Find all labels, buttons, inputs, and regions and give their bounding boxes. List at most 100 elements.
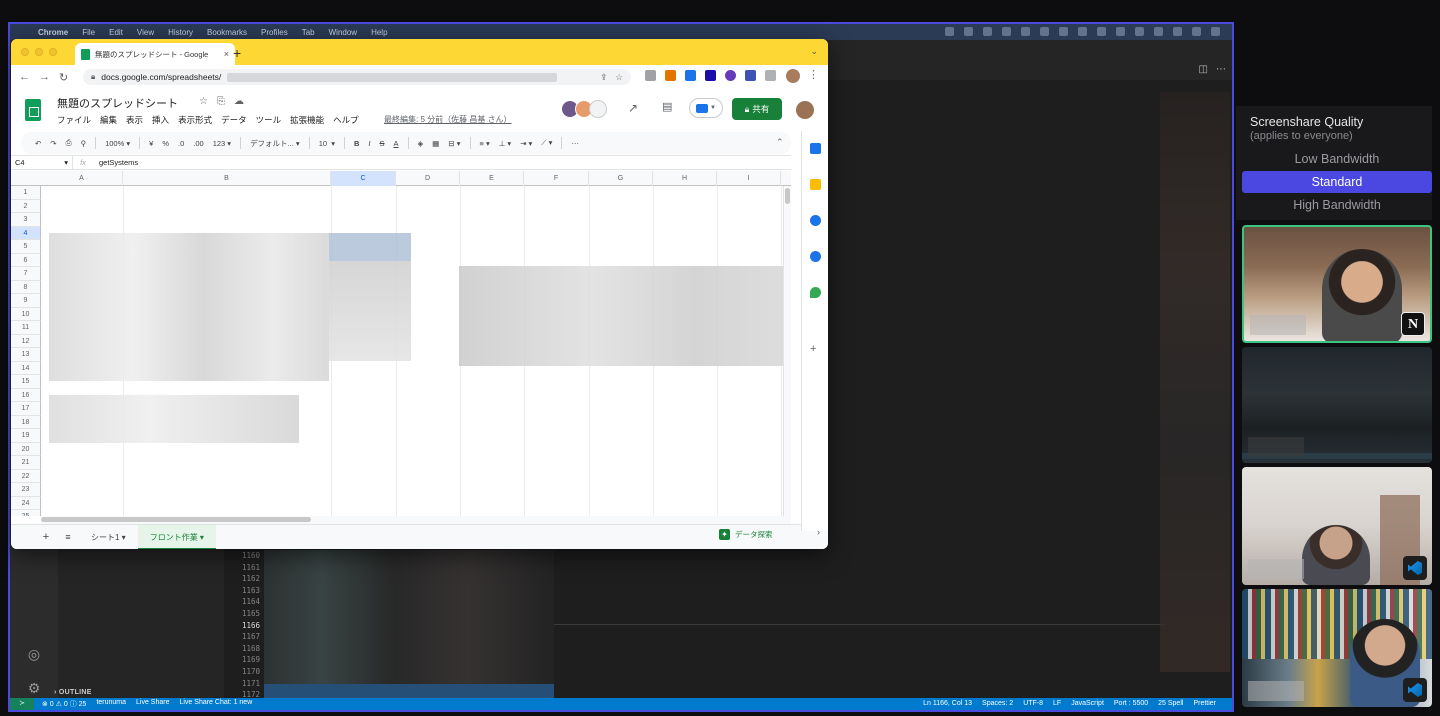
row-header[interactable]: 11 bbox=[11, 321, 41, 335]
status-icon[interactable] bbox=[1078, 27, 1087, 36]
horizontal-scrollbar[interactable] bbox=[41, 516, 791, 524]
column-header[interactable]: E bbox=[460, 171, 524, 186]
strikethrough-button[interactable]: S bbox=[379, 139, 384, 148]
status-icon[interactable] bbox=[1116, 27, 1125, 36]
status-icon[interactable] bbox=[1021, 27, 1030, 36]
spreadsheet-grid[interactable]: ABCDEFGHI 1 2 3 4 5 6 7 8 9 10 11 12 13 14 15 16 17 18 19 2… bbox=[11, 171, 791, 516]
all-sheets-menu-icon[interactable]: ≡ bbox=[57, 532, 79, 542]
close-tab-icon[interactable]: × bbox=[224, 49, 229, 59]
tab-search-chevron-icon[interactable]: ⌄ bbox=[810, 46, 818, 57]
extensions-puzzle-icon[interactable] bbox=[765, 70, 776, 81]
print-icon[interactable]: ⎙ bbox=[66, 138, 72, 148]
extension-icon[interactable] bbox=[685, 70, 696, 81]
remote-indicator-icon[interactable]: ≻ bbox=[10, 698, 34, 710]
add-sheet-button[interactable]: + bbox=[35, 531, 57, 543]
paint-format-icon[interactable]: ⚲ bbox=[81, 139, 87, 148]
menubar-item-bookmarks[interactable]: Bookmarks bbox=[207, 28, 247, 37]
prettier-status[interactable]: Prettier bbox=[1193, 698, 1216, 710]
sheets-logo-icon[interactable] bbox=[25, 99, 41, 121]
row-header[interactable]: 10 bbox=[11, 307, 41, 321]
participant-video-active[interactable]: N bbox=[1242, 225, 1432, 343]
status-icon[interactable] bbox=[1040, 27, 1049, 36]
row-header[interactable]: 19 bbox=[11, 429, 41, 443]
row-header[interactable]: 1 bbox=[11, 186, 41, 200]
show-side-panel-chevron-icon[interactable]: › bbox=[817, 527, 820, 537]
status-icon[interactable] bbox=[945, 27, 954, 36]
merge-cells-icon[interactable]: ⊟ ▾ bbox=[448, 139, 460, 148]
browser-tab[interactable]: 無題のスプレッドシート - Google × bbox=[75, 43, 235, 65]
calendar-icon[interactable] bbox=[810, 143, 821, 154]
move-icon[interactable]: ⎘ bbox=[217, 96, 225, 107]
column-header[interactable]: H bbox=[653, 171, 717, 186]
settings-gear-icon[interactable]: ⚙ bbox=[26, 680, 42, 696]
menu-file[interactable]: ファイル bbox=[57, 114, 91, 126]
more-options-button[interactable]: ⋯ bbox=[571, 139, 579, 148]
status-icon[interactable] bbox=[1059, 27, 1068, 36]
row-header[interactable]: 23 bbox=[11, 483, 41, 497]
share-button[interactable]: 🔒︎ 共有 bbox=[732, 98, 782, 120]
menu-format[interactable]: 表示形式 bbox=[178, 114, 212, 126]
code-area-blurred[interactable] bbox=[264, 550, 554, 702]
profile-avatar[interactable] bbox=[786, 69, 800, 83]
menubar-item-file[interactable]: File bbox=[82, 28, 95, 37]
explore-button[interactable]: ✦ データ探索 bbox=[719, 529, 773, 540]
redo-icon[interactable]: ↷ bbox=[50, 139, 56, 148]
percent-format-button[interactable]: % bbox=[162, 139, 169, 148]
zoom-select[interactable]: 100% ▾ bbox=[105, 139, 130, 148]
last-edit-link[interactable]: 最終編集: 5 分前（佐藤 昌基 さん） bbox=[384, 114, 512, 125]
column-header[interactable]: D bbox=[396, 171, 460, 186]
outline-section[interactable]: › OUTLINE bbox=[54, 689, 92, 696]
row-header[interactable]: 9 bbox=[11, 294, 41, 308]
language-mode[interactable]: JavaScript bbox=[1071, 698, 1104, 710]
extension-icon[interactable] bbox=[745, 70, 756, 81]
row-header[interactable]: 25 bbox=[11, 510, 41, 516]
extension-icon[interactable] bbox=[665, 70, 676, 81]
keep-icon[interactable] bbox=[810, 179, 821, 190]
split-editor-icon[interactable]: ◫ bbox=[1199, 64, 1208, 75]
lock-icon[interactable]: 🔒︎ bbox=[91, 72, 95, 82]
quality-option-standard[interactable]: Standard bbox=[1242, 171, 1432, 193]
live-share-user[interactable]: terunuma bbox=[96, 699, 126, 709]
row-header[interactable]: 13 bbox=[11, 348, 41, 362]
row-header[interactable]: 4 bbox=[11, 226, 41, 240]
problems-indicator[interactable]: ⊗ 0 ⚠ 0 ⓘ 25 bbox=[42, 699, 86, 709]
new-tab-button[interactable]: + bbox=[233, 45, 241, 61]
quality-option-low[interactable]: Low Bandwidth bbox=[1242, 148, 1432, 170]
avatar-more[interactable] bbox=[589, 100, 607, 118]
participant-video[interactable] bbox=[1242, 467, 1432, 585]
contacts-icon[interactable] bbox=[810, 251, 821, 262]
number-format-select[interactable]: 123 ▾ bbox=[213, 139, 231, 148]
share-page-icon[interactable]: ⇪ bbox=[600, 72, 607, 83]
borders-icon[interactable]: ▦ bbox=[432, 139, 439, 148]
column-header[interactable]: G bbox=[589, 171, 653, 186]
extension-icon[interactable] bbox=[645, 70, 656, 81]
row-header[interactable]: 18 bbox=[11, 415, 41, 429]
status-icon[interactable] bbox=[1097, 27, 1106, 36]
more-actions-icon[interactable]: ⋯ bbox=[1216, 64, 1226, 75]
text-rotation-icon[interactable]: ⟋ ▾ bbox=[541, 138, 552, 148]
collapse-menus-chevron-icon[interactable]: ⌃ bbox=[776, 137, 784, 148]
row-header[interactable]: 3 bbox=[11, 213, 41, 227]
indentation[interactable]: Spaces: 2 bbox=[982, 698, 1013, 710]
row-header[interactable]: 24 bbox=[11, 496, 41, 510]
row-header[interactable]: 8 bbox=[11, 280, 41, 294]
row-header[interactable]: 2 bbox=[11, 199, 41, 213]
user-avatar[interactable] bbox=[796, 101, 814, 119]
menu-help[interactable]: ヘルプ bbox=[333, 114, 359, 126]
menubar-item-history[interactable]: History bbox=[168, 28, 193, 37]
row-header[interactable]: 14 bbox=[11, 361, 41, 375]
menubar-item-edit[interactable]: Edit bbox=[109, 28, 123, 37]
maps-icon[interactable] bbox=[810, 287, 821, 298]
row-header[interactable]: 20 bbox=[11, 442, 41, 456]
status-icon[interactable] bbox=[1173, 27, 1182, 36]
increase-decimal-button[interactable]: .00 bbox=[193, 139, 203, 148]
vertical-align-icon[interactable]: ⊥ ▾ bbox=[499, 139, 511, 148]
cloud-status-icon[interactable]: ☁ bbox=[234, 96, 244, 107]
menubar-item-window[interactable]: Window bbox=[329, 28, 357, 37]
reload-icon[interactable]: ↻ bbox=[59, 71, 68, 84]
column-header[interactable]: I bbox=[717, 171, 781, 186]
account-icon[interactable]: ◎ bbox=[26, 646, 42, 662]
menu-data[interactable]: データ bbox=[221, 114, 247, 126]
back-arrow-icon[interactable]: ← bbox=[19, 71, 30, 83]
text-wrap-icon[interactable]: ⇥ ▾ bbox=[520, 139, 532, 148]
